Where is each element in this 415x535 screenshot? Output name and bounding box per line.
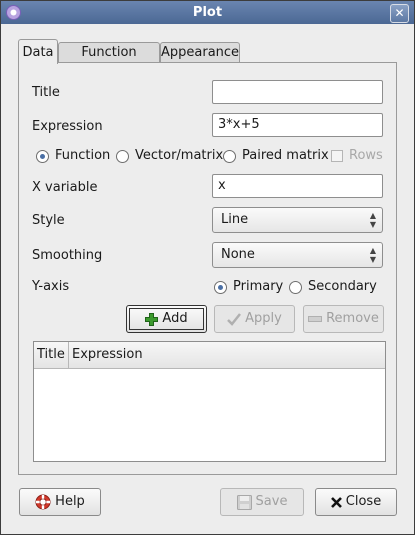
smoothing-select-value: None [221,247,255,262]
apply-button-label: Apply [245,311,282,326]
secondary-axis-radio[interactable] [289,281,302,294]
expression-input[interactable]: 3*x+5 [212,113,383,137]
function-radio-label[interactable]: Function [55,148,110,163]
lifebuoy-icon [35,494,51,510]
primary-axis-radio[interactable] [214,281,227,294]
minus-icon [308,316,323,322]
paired-matrix-radio[interactable] [223,150,236,163]
secondary-axis-radio-label[interactable]: Secondary [308,279,377,294]
x-variable-input[interactable]: x [212,174,383,198]
column-header-expression[interactable]: Expression [69,342,143,368]
window-title: Plot [192,5,223,20]
x-icon [330,496,342,508]
style-select[interactable]: Line ▲ ▼ [212,207,383,233]
title-input[interactable] [212,80,383,104]
title-bar[interactable]: Plot ✕ [1,1,414,24]
remove-button[interactable]: Remove [303,305,384,333]
add-button-label: Add [162,311,188,326]
window-close-icon[interactable]: ✕ [390,4,409,23]
smoothing-label: Smoothing [32,248,103,263]
table-header: Title Expression [34,342,385,369]
expression-label: Expression [32,119,103,134]
rows-checkbox-label: Rows [349,148,383,163]
plot-dialog: Plot ✕ Data Function Range Appearance Ti… [0,0,415,535]
x-variable-label: X variable [32,180,98,195]
column-header-title[interactable]: Title [34,342,69,368]
data-tab-panel: Title Expression 3*x+5 Function Vector/m… [18,62,397,475]
paired-matrix-radio-label[interactable]: Paired matrix [242,148,329,163]
tab-appearance[interactable]: Appearance [160,42,240,63]
floppy-icon [236,494,252,510]
save-button[interactable]: Save [220,488,304,516]
style-label: Style [32,213,65,228]
primary-axis-radio-label[interactable]: Primary [233,279,283,294]
close-button-label: Close [345,494,382,509]
rows-checkbox[interactable] [331,150,343,162]
smoothing-select[interactable]: None ▲ ▼ [212,242,383,268]
help-button-label: Help [55,494,85,509]
spin-arrows-icon: ▲ ▼ [369,211,376,229]
plots-table[interactable]: Title Expression [33,341,386,462]
plus-icon [145,312,159,326]
apply-button[interactable]: Apply [214,305,295,333]
title-label: Title [32,85,60,100]
tab-data[interactable]: Data [18,39,58,64]
checkmark-icon [227,312,242,326]
tab-function-range[interactable]: Function Range [58,42,160,79]
save-button-label: Save [255,494,288,509]
function-radio[interactable] [36,150,49,163]
vector-matrix-radio[interactable] [116,150,129,163]
close-button[interactable]: Close [315,488,397,516]
help-button[interactable]: Help [19,488,101,516]
vector-matrix-radio-label[interactable]: Vector/matrix [135,148,223,163]
y-axis-label: Y-axis [32,279,70,294]
add-button[interactable]: Add [126,305,207,333]
remove-button-label: Remove [326,311,379,326]
style-select-value: Line [221,212,249,227]
spin-arrows-icon: ▲ ▼ [369,246,376,264]
